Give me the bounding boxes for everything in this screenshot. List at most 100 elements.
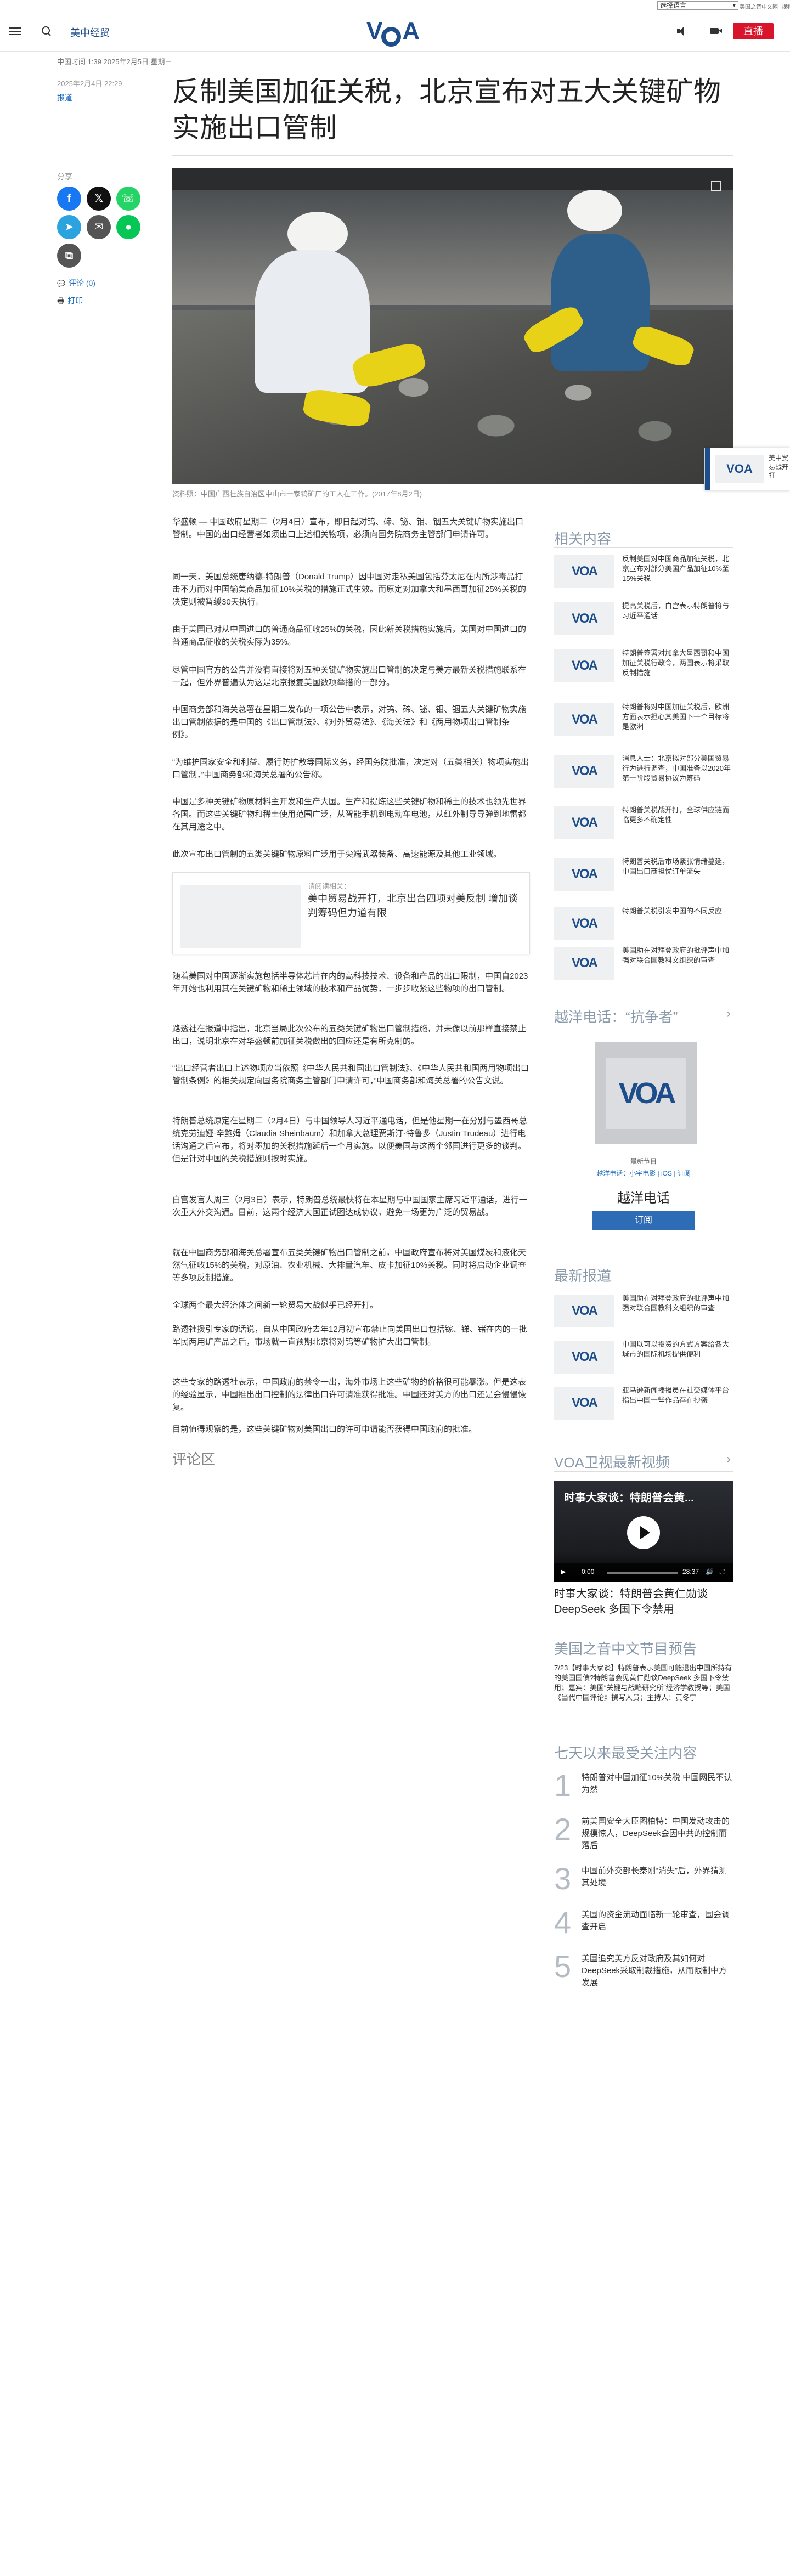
latest-title[interactable]: 中国以可以投资的方式方案给各大城市的国际机场提供便利 xyxy=(622,1340,733,1359)
search-icon[interactable] xyxy=(41,25,52,36)
most-viewed-item[interactable]: 2 前美国安全大臣图柏特：中国发动攻击的规模惊人，DeepSeek会因中共的控制… xyxy=(554,1812,733,1858)
video-heading[interactable]: VOA卫视最新视频 › xyxy=(554,1451,733,1472)
email-share-icon[interactable]: ✉ xyxy=(87,215,111,239)
fullscreen-icon[interactable]: ⛶ xyxy=(720,1568,724,1576)
related-item[interactable]: VOA 美国助在对拜登政府的批评声中加强对联合国教科文组织的审查 xyxy=(554,945,733,980)
video-title-overlay: 时事大家谈：特朗普会黄... xyxy=(564,1492,694,1504)
related-thumbnail: VOA xyxy=(554,755,614,788)
article-paragraph: 就在中国商务部和海关总署宣布五类关键矿物出口管制之前，中国政府宣布将对美国煤炭和… xyxy=(172,1248,527,1283)
sidebar-related-heading: 相关内容 xyxy=(554,530,612,547)
article-paragraph: 此次宣布出口管制的五类关键矿物原料广泛用于尖端武器装备、高速能源及其他工业领域。 xyxy=(172,850,502,859)
related-item[interactable]: VOA 反制美国对中国商品加征关税，北京宣布对部分美国产品加征10%至15%关税 xyxy=(554,553,733,588)
section-link[interactable]: 美中经贸 xyxy=(70,25,110,39)
line-share-icon[interactable]: ● xyxy=(116,215,140,239)
article-paragraph: 目前值得观察的是，这些关键矿物对美国出口的许可申请能否获得中国政府的批准。 xyxy=(172,1425,477,1434)
subscribe-button[interactable]: 订阅 xyxy=(592,1211,695,1230)
sidebar-divider xyxy=(554,547,733,548)
article-paragraph: 同一天，美国总统唐纳德·特朗普（Donald Trump）因中国对走私美国包括芬… xyxy=(172,572,527,607)
podcast-cover-logo: VOA xyxy=(606,1058,686,1129)
utility-link-home[interactable]: 美国之音中文网 xyxy=(740,4,778,10)
video-icon[interactable] xyxy=(710,28,722,34)
related-title[interactable]: 消息人士：北京拟对部分美国贸易行为进行调查，中国准备以2020年第一阶段贸易协议… xyxy=(622,754,733,783)
related-item[interactable]: VOA 特朗普签署对加拿大墨西哥和中国加征关税行政令，两国表示将采取反制措施 xyxy=(554,647,733,682)
program-text[interactable]: 7/23【时事大家谈】特朗普表示美国可能退出中国所持有的美国国债?特朗普会见黄仁… xyxy=(554,1663,733,1703)
widget-strip xyxy=(705,448,710,490)
rank-number: 3 xyxy=(554,1861,572,1896)
most-viewed-title[interactable]: 美国追究美方反对政府及其如何对DeepSeek采取制裁措施，从而限制中方发展 xyxy=(582,1953,733,1989)
podcast-links[interactable]: 越洋电话：小宇电影 | iOS | 订阅 xyxy=(554,1168,733,1178)
video-progress-track[interactable] xyxy=(607,1572,678,1574)
related-thumbnail: VOA xyxy=(554,602,614,635)
related-title[interactable]: 特朗普关税后市场紧张情绪蔓延，中国出口商担忧订单流失 xyxy=(622,857,733,877)
most-viewed-item[interactable]: 3 中国前外交部长秦刚“消失”后，外界猜测其处境 xyxy=(554,1861,733,1908)
print-link[interactable]: 打印 xyxy=(57,295,83,308)
inline-related-title[interactable]: 美中贸易战开打，北京出台四项对美反制 增加谈判筹码但力道有限 xyxy=(308,891,522,920)
article-paragraph: 这些专家的路透社表示，中国政府的禁令一出，海外市场上这些矿物的价格很可能暴涨。但… xyxy=(172,1377,527,1412)
related-title[interactable]: 提高关税后，白宫表示特朗普将与习近平通话 xyxy=(622,601,733,621)
floating-related-widget[interactable]: VOA 美中贸易战开打 xyxy=(704,448,790,490)
video-caption[interactable]: 时事大家谈：特朗普会黄仁勋谈DeepSeek 多国下令禁用 xyxy=(554,1586,733,1617)
x-share-icon[interactable]: 𝕏 xyxy=(87,187,111,211)
most-viewed-item[interactable]: 1 特朗普对中国加征10%关税 中国网民不认为然 xyxy=(554,1768,733,1815)
most-viewed-title[interactable]: 美国的资金流动面临新一轮审查，国会调查开启 xyxy=(582,1909,733,1933)
podcast-cover[interactable]: VOA xyxy=(595,1042,697,1144)
whatsapp-share-icon[interactable]: ☏ xyxy=(116,187,140,211)
expand-icon[interactable] xyxy=(711,181,721,191)
podcast-heading-text: 越洋电话：“抗争者” xyxy=(554,1009,678,1025)
article-paragraph: 随着美国对中国逐渐实施包括半导体芯片在内的高科技技术、设备和产品的出口限制，中国… xyxy=(172,971,528,993)
related-title[interactable]: 特朗普签署对加拿大墨西哥和中国加征关税行政令，两国表示将采取反制措施 xyxy=(622,648,733,678)
related-item[interactable]: VOA 特朗普关税引发中国的不同反应 xyxy=(554,905,733,940)
related-item[interactable]: VOA 提高关税后，白宫表示特朗普将与习近平通话 xyxy=(554,600,733,635)
related-title[interactable]: 特朗普关税战开打，全球供应链面临更多不确定性 xyxy=(622,805,733,825)
latest-item[interactable]: VOA 美国助在对拜登政府的批评声中加强对联合国教科文组织的审查 xyxy=(554,1292,733,1327)
audio-icon[interactable] xyxy=(677,26,687,36)
most-viewed-title[interactable]: 中国前外交部长秦刚“消失”后，外界猜测其处境 xyxy=(582,1865,733,1889)
related-item[interactable]: VOA 特朗普关税战开打，全球供应链面临更多不确定性 xyxy=(554,804,733,839)
most-viewed-heading: 七天以来最受关注内容 xyxy=(554,1745,697,1761)
related-item[interactable]: VOA 消息人士：北京拟对部分美国贸易行为进行调查，中国准备以2020年第一阶段… xyxy=(554,753,733,788)
related-title[interactable]: 特朗普将对中国加征关税后，欧洲方面表示担心其美国下一个目标将是欧洲 xyxy=(622,702,733,732)
related-thumbnail: VOA xyxy=(554,858,614,891)
headline-divider xyxy=(172,155,733,156)
article-paragraph: “出口经营者出口上述物项应当依照《中华人民共和国出口管制法》、《中华人民共和国两… xyxy=(172,1064,529,1086)
article-headline: 反制美国加征关税，北京宣布对五大关键矿物实施出口管制 xyxy=(172,76,721,143)
podcast-latest-label[interactable]: 最新节目 xyxy=(554,1156,733,1166)
utility-link-video[interactable]: 视频 xyxy=(782,4,790,10)
inline-related-card[interactable]: 请阅读相关： 美中贸易战开打，北京出台四项对美反制 增加谈判筹码但力道有限 xyxy=(172,872,530,954)
article-paragraph: 特朗普总统原定在星期二（2月4日）与中国领导人习近平通电话，但是他星期一在分别与… xyxy=(172,1116,527,1163)
telegram-share-icon[interactable]: ➤ xyxy=(57,215,81,239)
live-button[interactable]: 直播 xyxy=(733,23,774,39)
comments-link[interactable]: 评论 (0) xyxy=(57,278,95,289)
play-small-icon[interactable]: ▶ xyxy=(561,1568,566,1575)
related-title[interactable]: 特朗普关税引发中国的不同反应 xyxy=(622,906,733,916)
related-item[interactable]: VOA 特朗普将对中国加征关税后，欧洲方面表示担心其美国下一个目标将是欧洲 xyxy=(554,701,733,736)
facebook-share-icon[interactable]: f xyxy=(57,187,81,211)
menu-icon[interactable] xyxy=(9,25,21,37)
play-icon[interactable] xyxy=(627,1516,660,1549)
article-category[interactable]: 报道 xyxy=(57,92,72,103)
latest-title[interactable]: 美国助在对拜登政府的批评声中加强对联合国教科文组织的审查 xyxy=(622,1293,733,1313)
rank-number: 4 xyxy=(554,1905,572,1940)
voa-logo[interactable]: VA xyxy=(366,18,424,47)
related-title[interactable]: 反制美国对中国商品加征关税，北京宣布对部分美国产品加征10%至15%关税 xyxy=(622,554,733,584)
related-thumbnail: VOA xyxy=(554,806,614,839)
publish-date: 2025年2月4日 22:29 xyxy=(57,80,122,88)
related-item[interactable]: VOA 特朗普关税后市场紧张情绪蔓延，中国出口商担忧订单流失 xyxy=(554,856,733,891)
podcast-title: 越洋电话 xyxy=(617,1191,670,1206)
video-player[interactable]: 时事大家谈：特朗普会黄... ▶ 0:00 28:37 🔊 ⛶ xyxy=(554,1481,733,1582)
utility-bar: 选择语言 美国之音中文网 视频 直播 xyxy=(0,0,790,12)
language-select[interactable]: 选择语言 xyxy=(657,1,738,10)
most-viewed-title[interactable]: 特朗普对中国加征10%关税 中国网民不认为然 xyxy=(582,1772,733,1796)
copy-link-icon[interactable]: ⧉ xyxy=(57,244,81,268)
podcast-heading[interactable]: 越洋电话：“抗争者” › xyxy=(554,1006,733,1026)
latest-item[interactable]: VOA 中国以可以投资的方式方案给各大城市的国际机场提供便利 xyxy=(554,1338,733,1374)
related-thumbnail: VOA xyxy=(554,649,614,682)
chevron-right-icon: › xyxy=(726,1006,731,1021)
related-title[interactable]: 美国助在对拜登政府的批评声中加强对联合国教科文组织的审查 xyxy=(622,946,733,965)
latest-title[interactable]: 亚马逊新闻播报员在社交媒体平台指出中国一些作品存在抄袭 xyxy=(622,1386,733,1405)
most-viewed-title[interactable]: 前美国安全大臣图柏特：中国发动攻击的规模惊人，DeepSeek会因中共的控制而落… xyxy=(582,1816,733,1852)
latest-item[interactable]: VOA 亚马逊新闻播报员在社交媒体平台指出中国一些作品存在抄袭 xyxy=(554,1385,733,1420)
most-viewed-item[interactable]: 5 美国追究美方反对政府及其如何对DeepSeek采取制裁措施，从而限制中方发展 xyxy=(554,1949,733,1996)
most-viewed-item[interactable]: 4 美国的资金流动面临新一轮审查，国会调查开启 xyxy=(554,1905,733,1952)
volume-icon[interactable]: 🔊 xyxy=(706,1568,714,1575)
